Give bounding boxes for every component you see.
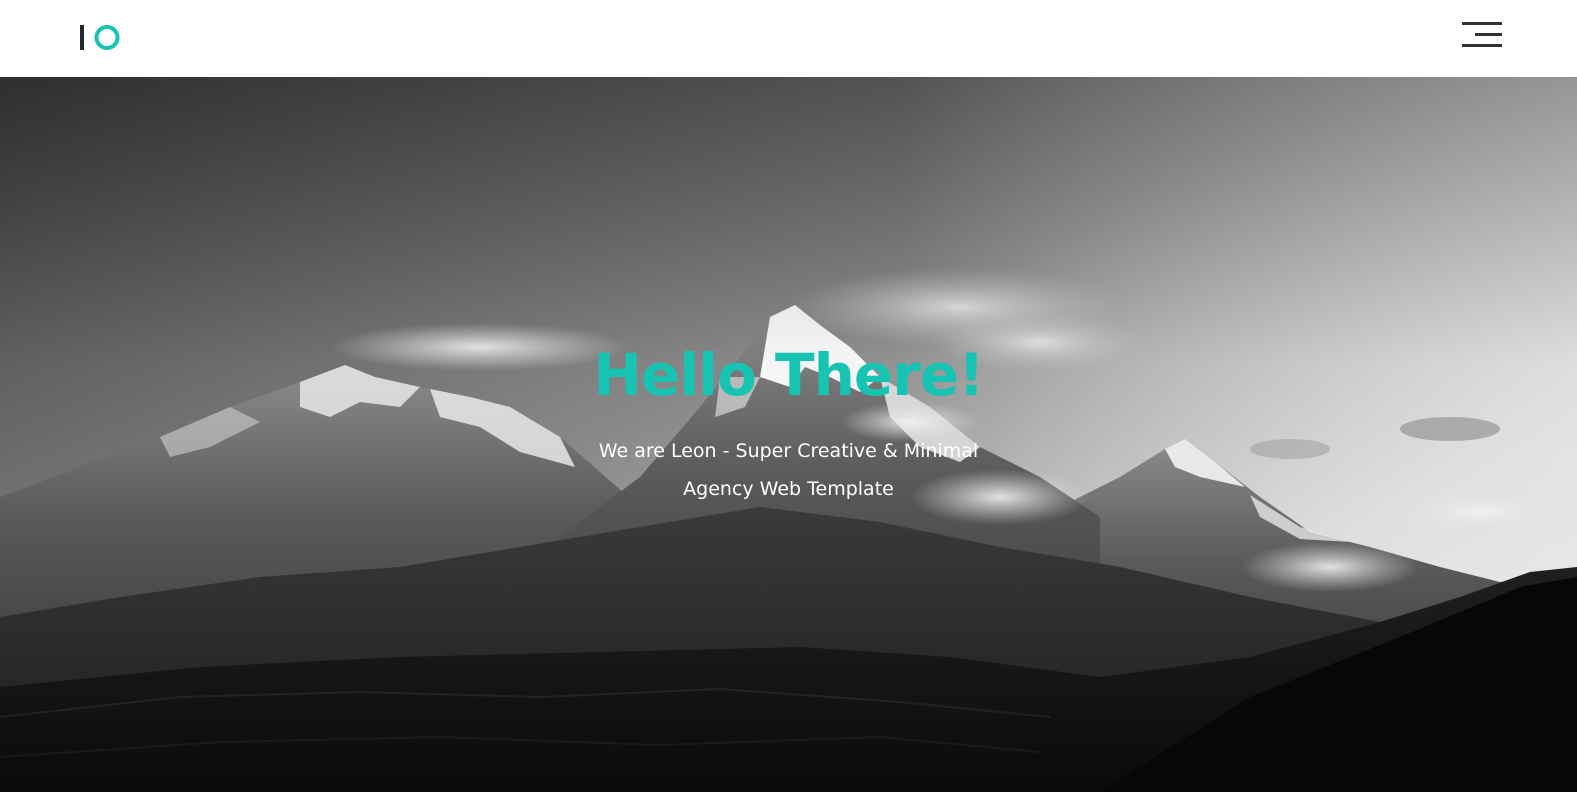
site-header (0, 0, 1577, 77)
logo-mark-icon (80, 25, 120, 50)
hero-section: Hello There! We are Leon - Super Creativ… (0, 77, 1577, 792)
hamburger-menu-button[interactable] (1462, 22, 1502, 50)
logo[interactable] (80, 24, 122, 52)
hamburger-menu-icon (1462, 22, 1502, 47)
hero-subtitle: We are Leon - Super Creative & Minimal A… (598, 440, 979, 500)
hero-content: Hello There! We are Leon - Super Creativ… (0, 340, 1577, 508)
hero-title: Hello There! (593, 341, 984, 409)
